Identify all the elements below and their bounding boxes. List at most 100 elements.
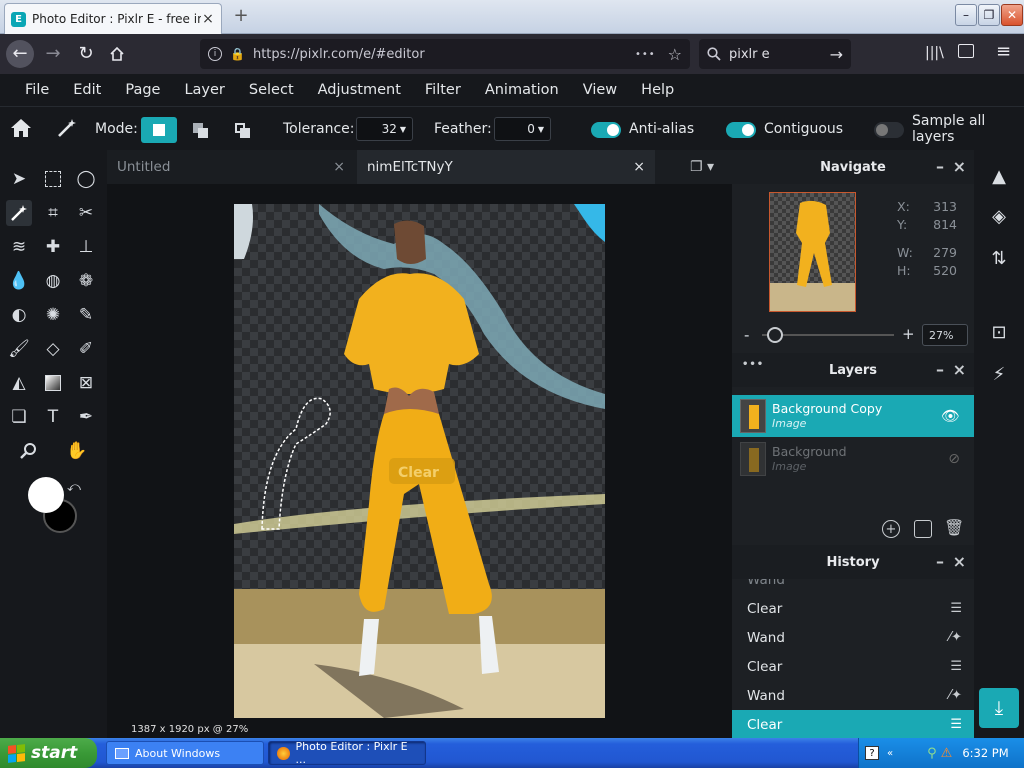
close-window-button[interactable]: ✕ xyxy=(1001,4,1023,26)
duplicate-layer-icon[interactable] xyxy=(914,520,932,538)
arrange-tool-icon[interactable]: ➤ xyxy=(6,166,32,192)
new-tab-button[interactable]: + xyxy=(230,6,252,28)
close-panel-icon[interactable]: × xyxy=(953,157,966,176)
pencil-tool-icon[interactable]: ✐ xyxy=(73,336,99,362)
text-tool-icon[interactable]: T xyxy=(40,404,66,430)
liquify-tool-icon[interactable]: ≋ xyxy=(6,234,32,260)
minimize-button[interactable]: – xyxy=(955,4,977,26)
delete-layer-icon[interactable]: 🗑 xyxy=(944,518,964,537)
security-icon[interactable]: ⚠ xyxy=(941,746,953,761)
browser-tab[interactable]: E Photo Editor : Pixlr E - free image e … xyxy=(4,3,222,34)
lasso-tool-icon[interactable]: ◯ xyxy=(73,166,99,192)
zoom-input[interactable]: 27% xyxy=(922,324,968,346)
search-go-icon[interactable]: → xyxy=(830,45,843,64)
menu-filter[interactable]: Filter xyxy=(425,82,461,98)
crop-tool-icon[interactable]: ⌗ xyxy=(40,200,66,226)
mode-add-selection-button[interactable] xyxy=(190,120,212,140)
eraser-tool-icon[interactable]: ◇ xyxy=(40,336,66,362)
restore-button[interactable]: ❐ xyxy=(978,4,1000,26)
network-icon[interactable]: ⚲ xyxy=(927,746,937,761)
menu-file[interactable]: File xyxy=(25,82,49,98)
shape-tool-icon[interactable]: ❏ xyxy=(6,404,32,430)
color-picker-tool-icon[interactable]: ✒ xyxy=(73,404,99,430)
close-tab-icon[interactable]: × xyxy=(201,11,215,27)
zoom-in-button[interactable]: + xyxy=(902,325,915,343)
heal-tool-icon[interactable]: ✚ xyxy=(40,234,66,260)
history-item[interactable]: Clear ☰ xyxy=(732,594,974,623)
close-icon[interactable]: × xyxy=(333,159,345,175)
menu-animation[interactable]: Animation xyxy=(485,82,559,98)
cutout-tool-icon[interactable]: ✂ xyxy=(73,200,99,226)
history-item[interactable]: Clear ☰ xyxy=(732,652,974,681)
antialias-toggle[interactable] xyxy=(591,122,621,138)
ai-tools-icon[interactable]: ⚡ xyxy=(987,364,1011,388)
drawing-tool-icon[interactable]: ⊠ xyxy=(73,370,99,396)
dropper-tool-icon[interactable]: ✎ xyxy=(73,302,99,328)
window-arrange-icon[interactable]: ❐ ▾ xyxy=(690,159,714,175)
color-replace-tool-icon[interactable]: ❁ xyxy=(73,268,99,294)
close-panel-icon[interactable]: × xyxy=(953,552,966,571)
search-bar[interactable]: pixlr e → xyxy=(699,39,851,69)
history-item[interactable]: Wand ⁄✦ xyxy=(732,681,974,710)
bookmark-star-icon[interactable]: ☆ xyxy=(668,45,682,64)
sample-all-layers-toggle[interactable] xyxy=(874,122,904,138)
menu-edit[interactable]: Edit xyxy=(73,82,101,98)
image-canvas[interactable]: Clear xyxy=(234,204,605,718)
tolerance-input[interactable]: 32 ▼ xyxy=(356,117,413,141)
primary-color-swatch[interactable] xyxy=(28,477,64,513)
menu-help[interactable]: Help xyxy=(641,82,674,98)
zoom-slider-thumb[interactable] xyxy=(767,327,784,343)
close-panel-icon[interactable]: × xyxy=(953,360,966,379)
dodge-burn-tool-icon[interactable]: ◐ xyxy=(6,302,32,328)
contiguous-toggle[interactable] xyxy=(726,122,756,138)
swap-colors-icon[interactable]: ⤺ xyxy=(67,480,81,495)
back-button[interactable]: ← xyxy=(6,40,34,68)
eye-icon[interactable]: 👁 xyxy=(941,407,960,425)
expand-tray-icon[interactable]: « xyxy=(887,748,893,759)
sidebar-icon[interactable] xyxy=(958,44,974,58)
history-item-active[interactable]: Clear ☰ xyxy=(732,710,974,738)
doc-tab-untitled[interactable]: Untitled × xyxy=(107,150,355,184)
close-icon[interactable]: × xyxy=(633,159,645,175)
home-icon[interactable] xyxy=(10,118,32,138)
brush-tool-icon[interactable]: 🖌 xyxy=(6,336,32,362)
page-actions-icon[interactable]: ••• xyxy=(635,49,656,60)
menu-page[interactable]: Page xyxy=(125,82,160,98)
history-item[interactable]: Wand ⁄✦ xyxy=(732,623,974,652)
layer-item-background-copy[interactable]: Background Copy Image 👁 xyxy=(732,395,974,437)
help-icon[interactable]: ? xyxy=(865,746,879,760)
eye-hidden-icon[interactable]: ⊘ xyxy=(948,451,960,467)
menu-select[interactable]: Select xyxy=(249,82,294,98)
expand-icon[interactable]: ⊡ xyxy=(987,322,1011,346)
start-button[interactable]: start xyxy=(0,738,97,768)
minimize-panel-icon[interactable]: – xyxy=(936,157,944,176)
library-icon[interactable]: |||\ xyxy=(925,45,944,61)
url-bar[interactable]: i 🔒 https://pixlr.com/e/#editor ••• ☆ xyxy=(200,39,690,69)
taskbar-item-photo-editor[interactable]: Photo Editor : Pixlr E ... xyxy=(268,740,426,766)
blur-tool-icon[interactable]: 💧 xyxy=(6,268,32,294)
info-icon[interactable]: i xyxy=(208,47,222,61)
menu-view[interactable]: View xyxy=(583,82,617,98)
mode-subtract-selection-button[interactable] xyxy=(232,120,254,140)
zoom-tool-icon[interactable] xyxy=(15,438,41,464)
forward-button[interactable]: → xyxy=(39,40,67,68)
layer-item-background[interactable]: Background Image ⊘ xyxy=(732,438,974,480)
minimize-panel-icon[interactable]: – xyxy=(936,552,944,571)
hamburger-menu-icon[interactable]: ≡ xyxy=(996,41,1011,62)
pinch-tool-icon[interactable]: ✺ xyxy=(40,302,66,328)
navigator-thumbnail[interactable] xyxy=(769,192,856,312)
url-text[interactable]: https://pixlr.com/e/#editor xyxy=(253,47,635,62)
gradient-tool-icon[interactable] xyxy=(40,370,66,396)
history-item-partial[interactable]: Wand xyxy=(732,579,974,594)
menu-layer[interactable]: Layer xyxy=(184,82,224,98)
download-button[interactable]: ⤓ xyxy=(979,688,1019,728)
magic-wand-tool-icon[interactable] xyxy=(6,200,32,226)
add-layer-icon[interactable]: + xyxy=(882,520,900,538)
reload-button[interactable]: ↻ xyxy=(72,40,100,68)
fill-tool-icon[interactable]: ◭ xyxy=(6,370,32,396)
search-text[interactable]: pixlr e xyxy=(729,47,830,62)
minimize-panel-icon[interactable]: – xyxy=(936,360,944,379)
feather-input[interactable]: 0 ▼ xyxy=(494,117,551,141)
history-panel-icon[interactable]: ⇅ xyxy=(987,248,1011,272)
navigate-panel-icon[interactable]: ▲ xyxy=(987,166,1011,190)
